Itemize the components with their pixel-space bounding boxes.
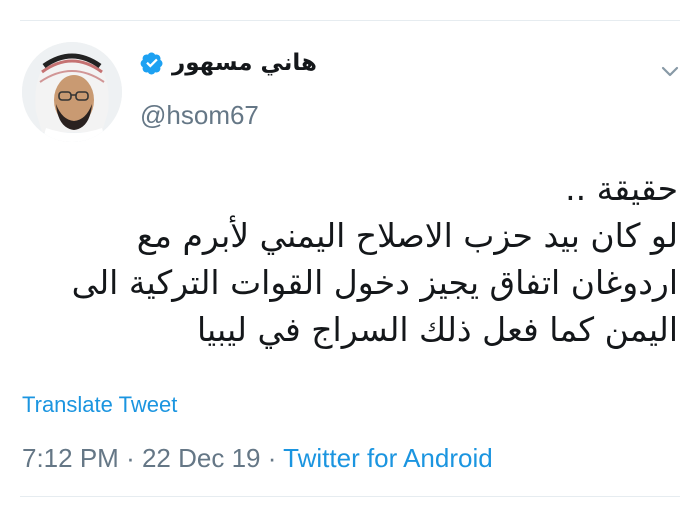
tweet-text-line: اردوغان اتفاق يجيز دخول القوات التركية ا…	[71, 263, 678, 302]
translate-tweet-link[interactable]: Translate Tweet	[22, 392, 177, 418]
user-handle[interactable]: @hsom67	[140, 100, 259, 131]
tweet-date[interactable]: 22 Dec 19	[142, 443, 261, 473]
tweet-source-link[interactable]: Twitter for Android	[283, 443, 493, 473]
meta-separator: ·	[126, 443, 135, 473]
display-name[interactable]: هاني مسهور	[172, 50, 317, 76]
bottom-divider	[20, 496, 680, 497]
tweet-text-line: اليمن كما فعل ذلك السراج في ليبيا	[196, 310, 678, 349]
chevron-down-icon[interactable]	[658, 60, 682, 84]
tweet-text-line: لو كان بيد حزب الاصلاح اليمني لأبرم مع	[136, 216, 678, 255]
verified-badge-icon	[140, 52, 163, 75]
meta-separator: ·	[267, 443, 277, 473]
tweet-metadata: 7:12 PM · 22 Dec 19 · Twitter for Androi…	[22, 443, 493, 474]
tweet-time: 7:12 PM	[22, 443, 119, 473]
top-divider	[20, 20, 680, 21]
tweet-text: حقيقة .. لو كان بيد حزب الاصلاح اليمني ل…	[18, 165, 678, 353]
user-header: هاني مسهور	[140, 50, 317, 76]
tweet-text-line: حقيقة ..	[565, 169, 678, 208]
avatar[interactable]	[22, 42, 122, 142]
avatar-image	[22, 42, 122, 142]
